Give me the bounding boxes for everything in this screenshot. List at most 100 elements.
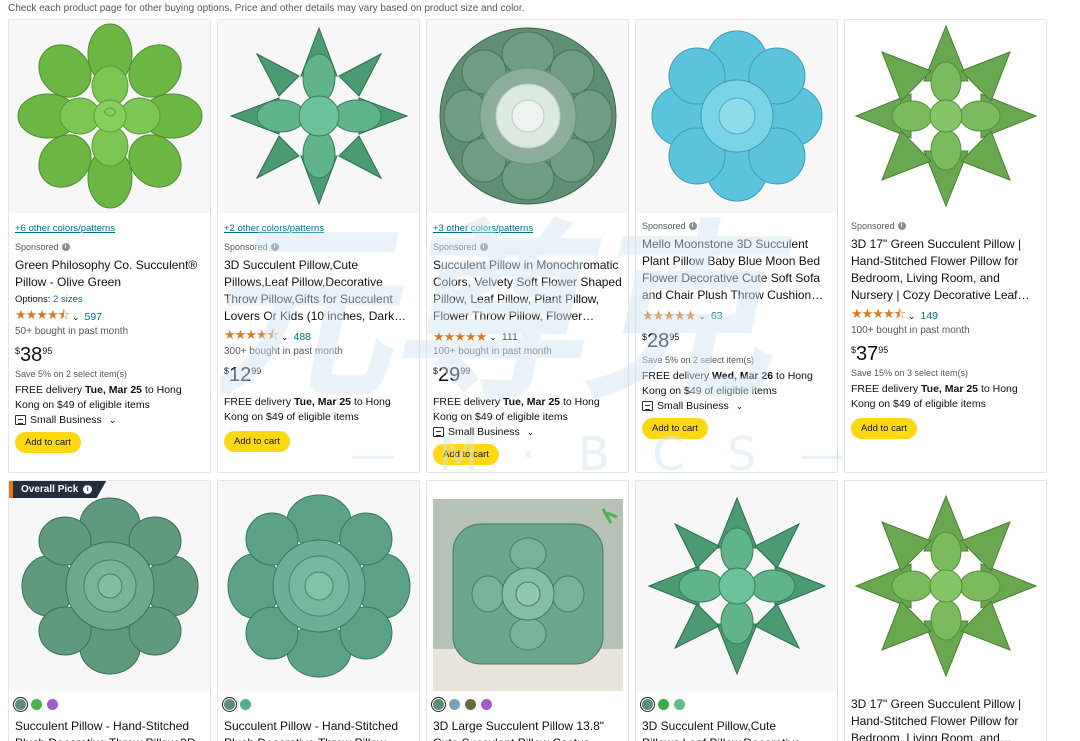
product-image[interactable] [218,20,419,213]
product-image[interactable] [9,481,210,691]
chevron-down-icon[interactable]: ⌄ [736,401,744,412]
other-colors-link[interactable]: +3 other colors/patterns [433,223,622,234]
sponsored-label[interactable]: Sponsored i [15,242,204,252]
small-business-badge[interactable]: Small Business ⌄ [15,414,204,426]
add-to-cart-button[interactable]: Add to cart [15,432,81,453]
product-card[interactable]: +3 other colors/patterns Sponsored i Succ… [426,19,629,473]
small-business-badge[interactable]: Small Business ⌄ [433,426,622,438]
add-to-cart-button[interactable]: Add to cart [851,418,917,439]
chevron-down-icon[interactable]: ⌄ [109,415,117,426]
color-swatch[interactable] [433,699,444,710]
storefront-icon [433,427,444,437]
info-icon[interactable]: i [479,243,488,251]
product-card[interactable]: Sponsored i Mello Moonstone 3D Succulent … [635,19,838,473]
product-title[interactable]: Green Philosophy Co. Succulent® Pillow -… [15,257,204,291]
product-card[interactable]: Sponsored i 3D 17" Green Succulent Pillow… [844,19,1047,473]
rating-count[interactable]: 63 [711,310,723,322]
rating[interactable]: ★★★★★ ⌄ 63 [642,308,831,323]
rating-count[interactable]: 149 [920,310,938,322]
color-swatches [433,699,622,710]
product-title[interactable]: Mello Moonstone 3D Succulent Plant Pillo… [642,236,831,304]
rating-count[interactable]: 597 [84,311,102,323]
product-title[interactable]: 3D Large Succulent Pillow 13.8" Cute Suc… [433,718,622,741]
product-image[interactable] [427,20,628,213]
product-image[interactable] [845,481,1046,691]
other-colors-link[interactable]: +2 other colors/patterns [224,223,413,234]
size-options-link[interactable]: 2 sizes [53,294,83,305]
chevron-down-icon[interactable]: ⌄ [72,312,80,323]
chevron-down-icon[interactable]: ⌄ [489,332,497,343]
product-card[interactable]: Succulent Pillow - Hand-Stitched Plush D… [217,480,420,741]
color-swatch[interactable] [31,699,42,710]
other-colors-link[interactable]: +6 other colors/patterns [15,223,204,234]
price[interactable]: $28 95 [642,331,831,351]
overall-pick-badge[interactable]: Overall Pick i [9,481,107,498]
info-icon[interactable]: i [688,222,697,230]
sponsored-label[interactable]: Sponsored i [851,221,1040,231]
star-rating-icon: ★★★★★ [642,308,696,323]
product-title[interactable]: Succulent Pillow - Hand-Stitched Plush D… [15,718,204,741]
storefront-icon [642,401,653,411]
color-swatch[interactable] [224,699,235,710]
sponsored-label[interactable]: Sponsored i [433,242,622,252]
rating-count[interactable]: 488 [293,331,311,343]
product-image[interactable] [427,481,628,691]
color-swatch[interactable] [465,699,476,710]
rating-count[interactable]: 111 [502,331,518,343]
price[interactable]: $29 99 [433,365,622,385]
product-image[interactable] [636,481,837,691]
color-swatch[interactable] [674,699,685,710]
product-card[interactable]: 3D Succulent Pillow,Cute Pillows,Leaf Pi… [635,480,838,741]
product-image[interactable] [218,481,419,691]
product-card[interactable]: +6 other colors/patterns Sponsored i Gree… [8,19,211,473]
sponsored-label[interactable]: Sponsored i [224,242,413,252]
product-title[interactable]: 3D Succulent Pillow,Cute Pillows,Leaf Pi… [642,718,831,741]
product-title[interactable]: 3D 17" Green Succulent Pillow | Hand-Sti… [851,696,1040,741]
color-swatch[interactable] [658,699,669,710]
product-card[interactable]: +2 other colors/patterns Sponsored i 3D S… [217,19,420,473]
small-business-badge[interactable]: Small Business ⌄ [642,400,831,412]
add-to-cart-button[interactable]: Add to cart [433,444,499,465]
info-icon[interactable]: i [897,222,906,230]
product-image[interactable] [845,20,1046,213]
save-promo: Save 5% on 2 select item(s) [15,369,128,379]
info-icon[interactable]: i [83,485,93,494]
add-to-cart-button[interactable]: Add to cart [642,418,708,439]
color-swatch[interactable] [47,699,58,710]
add-to-cart-button[interactable]: Add to cart [224,431,290,452]
chevron-down-icon[interactable]: ⌄ [908,311,916,322]
chevron-down-icon[interactable]: ⌄ [281,332,289,343]
chevron-down-icon[interactable]: ⌄ [527,427,535,438]
product-title[interactable]: 3D 17" Green Succulent Pillow | Hand-Sti… [851,236,1040,304]
color-swatch[interactable] [449,699,460,710]
product-title[interactable]: Succulent Pillow - Hand-Stitched Plush D… [224,718,413,741]
sponsored-label[interactable]: Sponsored i [642,221,831,231]
rating[interactable]: ★★★★★ ⌄ 111 [433,329,622,344]
product-title[interactable]: Succulent Pillow in Monochromatic Colors… [433,257,622,325]
color-swatch[interactable] [642,699,653,710]
color-swatches [642,699,831,710]
product-card[interactable]: 3D Large Succulent Pillow 13.8" Cute Suc… [426,480,629,741]
rating[interactable]: ★★★★⯪ ⌄ 149 [851,306,1040,323]
info-icon[interactable]: i [270,243,279,251]
price[interactable]: $38 95 [15,345,204,365]
color-swatch[interactable] [481,699,492,710]
product-image[interactable] [9,20,210,213]
price[interactable]: $12 99 [224,365,413,385]
rating[interactable]: ★★★★⯪ ⌄ 488 [224,327,413,344]
bought-count: 300+ bought in past month [224,346,343,357]
product-card[interactable]: 3D 17" Green Succulent Pillow | Hand-Sti… [844,480,1047,741]
price[interactable]: $37 95 [851,344,1040,364]
product-card[interactable]: Overall Pick i Succulent Pillow - Hand-St… [8,480,211,741]
color-swatches [224,699,413,710]
delivery-info: FREE delivery Tue, Mar 25 to Hong Kong o… [433,396,600,423]
delivery-info: FREE delivery Tue, Mar 25 to Hong Kong o… [15,384,182,411]
rating[interactable]: ★★★★⯪ ⌄ 597 [15,307,204,324]
color-swatch[interactable] [15,699,26,710]
product-title[interactable]: 3D Succulent Pillow,Cute Pillows,Leaf Pi… [224,257,413,325]
buying-options-notice: Check each product page for other buying… [8,3,525,14]
chevron-down-icon[interactable]: ⌄ [698,311,706,322]
color-swatch[interactable] [240,699,251,710]
info-icon[interactable]: i [61,243,70,251]
product-image[interactable] [636,20,837,213]
